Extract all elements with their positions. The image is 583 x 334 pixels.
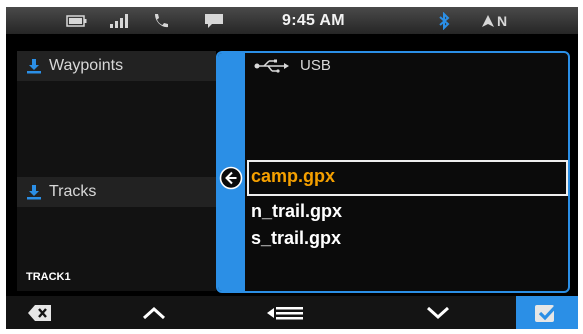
status-bar: 9:45 AM N: [6, 7, 578, 34]
bluetooth-icon: [438, 7, 450, 34]
usb-icon: [254, 59, 290, 73]
list-menu-icon: [267, 306, 305, 320]
backspace-icon: [27, 304, 53, 322]
file-list-panel: USB camp.gpx n_trail.gpx s_trail.gpx: [216, 51, 570, 293]
delete-button[interactable]: [6, 296, 74, 329]
scroll-down-button[interactable]: [408, 296, 468, 329]
waypoints-label: Waypoints: [49, 57, 124, 74]
track-name: TRACK1: [26, 271, 71, 283]
compass-icon: [482, 14, 494, 27]
bottom-toolbar: [6, 296, 578, 329]
usb-label: USB: [300, 57, 331, 74]
left-panel: Waypoints Tracks TRACK1: [17, 51, 216, 291]
waypoints-item[interactable]: Waypoints: [17, 51, 216, 81]
tracks-label: Tracks: [49, 183, 97, 200]
device-screen: 9:45 AM N Waypoints Tracks TRACK1 USB ca…: [6, 7, 578, 329]
confirm-button[interactable]: [516, 296, 578, 329]
download-icon: [26, 58, 42, 74]
file-item-selected[interactable]: camp.gpx: [251, 166, 335, 187]
file-item[interactable]: s_trail.gpx: [251, 228, 341, 249]
phone-icon: [152, 7, 170, 34]
checkmark-icon: [534, 302, 560, 324]
menu-button[interactable]: [256, 296, 316, 329]
chevron-up-icon: [142, 306, 166, 320]
chevron-down-icon: [426, 306, 450, 320]
compass: N: [482, 7, 507, 34]
signal-icon: [110, 7, 132, 34]
usb-source: USB: [254, 57, 331, 74]
scroll-up-button[interactable]: [124, 296, 184, 329]
tracks-item[interactable]: Tracks: [17, 177, 216, 207]
clock: 9:45 AM: [282, 11, 345, 29]
compass-heading: N: [497, 12, 508, 29]
download-icon: [26, 184, 42, 200]
back-arrow-icon[interactable]: [218, 165, 244, 191]
message-icon: [204, 7, 224, 34]
file-item[interactable]: n_trail.gpx: [251, 201, 342, 222]
battery-icon: [66, 7, 88, 34]
waypoints-body: [17, 81, 216, 177]
